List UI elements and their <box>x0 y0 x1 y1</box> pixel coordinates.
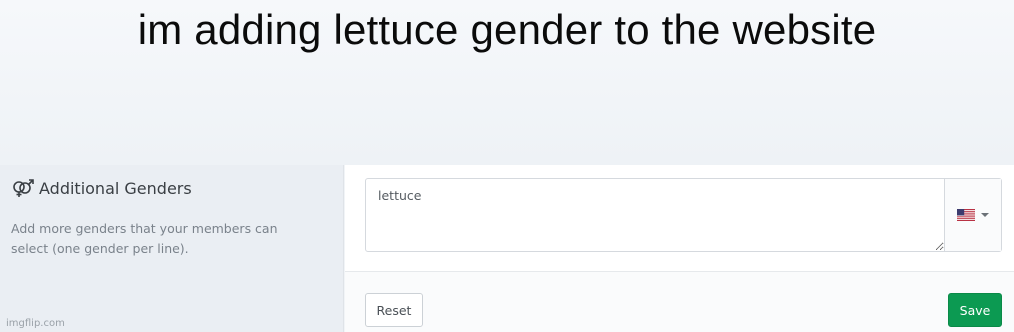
genders-input-group: lettuce <box>365 178 1002 252</box>
meme-caption-area: im adding lettuce gender to the website <box>0 0 1014 165</box>
meme-caption: im adding lettuce gender to the website <box>137 6 877 53</box>
reset-button[interactable]: Reset <box>365 293 423 327</box>
section-title: Additional Genders <box>39 178 192 198</box>
us-flag-icon <box>957 209 975 221</box>
chevron-down-icon <box>981 213 989 217</box>
save-button[interactable]: Save <box>948 293 1002 327</box>
language-picker-button[interactable] <box>944 179 1001 251</box>
gender-symbols-icon <box>13 179 34 197</box>
settings-form-panel: lettuce Reset Save <box>345 165 1014 332</box>
form-footer: Reset Save <box>345 271 1014 332</box>
settings-description-panel: Additional Genders Add more genders that… <box>0 165 344 332</box>
section-description: Add more genders that your members can s… <box>11 221 278 256</box>
genders-textarea[interactable]: lettuce <box>366 179 944 251</box>
imgflip-watermark: imgflip.com <box>6 318 65 329</box>
section-header: Additional Genders <box>11 178 192 198</box>
